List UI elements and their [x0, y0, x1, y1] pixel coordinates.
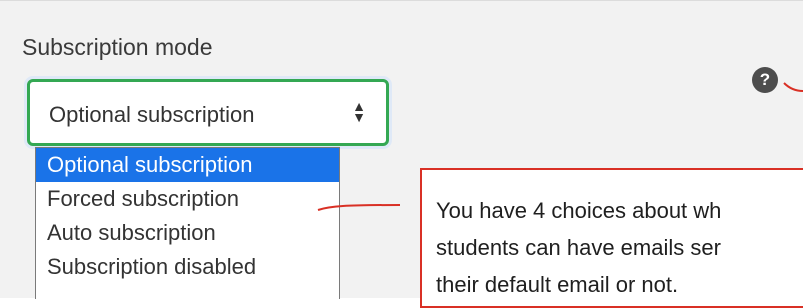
annotation-text: You have 4 choices about wh students can…: [436, 192, 803, 303]
form-section: Subscription mode ? Optional subscriptio…: [0, 0, 803, 308]
annotation-line-1: You have 4 choices about wh: [436, 198, 722, 223]
annotation-callout: You have 4 choices about wh students can…: [420, 168, 803, 308]
question-mark-icon[interactable]: ?: [752, 67, 778, 93]
subscription-mode-label: Subscription mode: [22, 34, 213, 60]
connector-line-help: [783, 82, 803, 92]
subscription-mode-dropdown: Optional subscription Forced subscriptio…: [35, 147, 340, 299]
option-forced-subscription[interactable]: Forced subscription: [36, 182, 339, 216]
option-auto-subscription[interactable]: Auto subscription: [36, 216, 339, 250]
option-optional-subscription[interactable]: Optional subscription: [36, 148, 339, 182]
up-down-chevron-icon: ▲ ▼: [352, 98, 366, 125]
select-current-value: Optional subscription: [49, 102, 255, 127]
annotation-line-2: students can have emails ser: [436, 235, 721, 260]
annotation-line-3: their default email or not.: [436, 272, 679, 297]
option-subscription-disabled[interactable]: Subscription disabled: [36, 250, 339, 284]
subscription-mode-select[interactable]: Optional subscription ▲ ▼: [27, 79, 389, 146]
